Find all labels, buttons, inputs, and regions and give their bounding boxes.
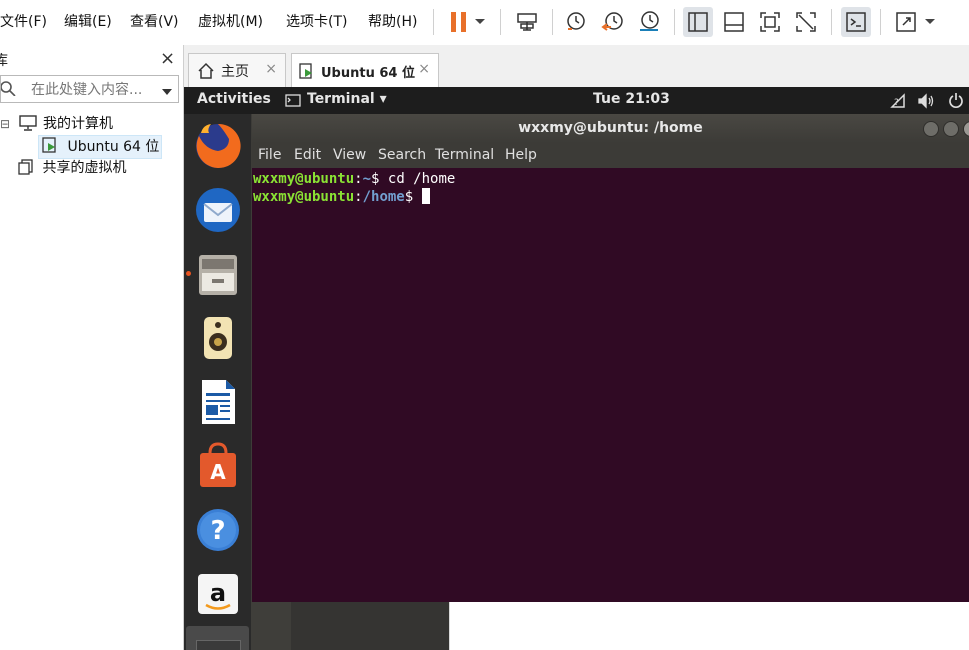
- minimize-button[interactable]: [923, 121, 939, 137]
- terminal-menu-edit[interactable]: Edit: [294, 143, 321, 168]
- tab-close-button[interactable]: ×: [265, 61, 277, 77]
- computer-icon: [18, 115, 39, 138]
- tree-label: 共享的虚拟机: [42, 160, 127, 176]
- terminal-window[interactable]: wxxmy@ubuntu: /home File Edit View Searc…: [252, 114, 969, 602]
- svg-text:a: a: [210, 579, 226, 607]
- network-icon[interactable]: ?: [890, 93, 906, 113]
- svg-text:A: A: [210, 460, 226, 484]
- activities-button[interactable]: Activities: [197, 91, 271, 107]
- collapse-icon[interactable]: ⊟: [0, 117, 10, 131]
- terminal-menu-terminal[interactable]: Terminal: [435, 143, 494, 168]
- toolbar-separator: [674, 9, 675, 35]
- tree-label: Ubuntu 64 位: [67, 139, 160, 155]
- sidebar-title: 库: [0, 53, 8, 69]
- library-sidebar: 库 × 在此处键入内容... ⊟ 我的计算机 Ubuntu 64 位 共享的虚拟…: [0, 45, 184, 650]
- svg-text:?: ?: [210, 516, 225, 546]
- terminal-menu-file[interactable]: File: [258, 143, 281, 168]
- tab-label: 主页: [221, 63, 249, 80]
- app-thumb-icon: [196, 640, 241, 650]
- dropdown-icon[interactable]: [920, 7, 940, 37]
- terminal-menubar: File Edit View Search Terminal Help: [252, 143, 969, 168]
- ubuntu-dock: A ? a: [184, 114, 251, 650]
- search-input[interactable]: 在此处键入内容...: [31, 79, 142, 99]
- chevron-down-icon[interactable]: [161, 84, 173, 100]
- running-indicator: [186, 271, 191, 276]
- volume-icon[interactable]: [918, 93, 936, 113]
- terminal-title: wxxmy@ubuntu: /home: [518, 120, 703, 136]
- app-menu[interactable]: Terminal ▾: [307, 91, 387, 107]
- shared-vm-icon: [18, 159, 38, 182]
- stretch-icon[interactable]: [891, 7, 921, 37]
- terminal-menu-help[interactable]: Help: [505, 143, 537, 168]
- clock[interactable]: Tue 21:03: [593, 91, 670, 107]
- terminal-menu-view[interactable]: View: [333, 143, 366, 168]
- terminal-cursor: [421, 188, 430, 204]
- menu-tabs[interactable]: 选项卡(T): [286, 0, 347, 45]
- toolbar-separator: [433, 9, 434, 35]
- show-apps-button[interactable]: [186, 626, 249, 650]
- tree-label: 我的计算机: [42, 116, 113, 132]
- svg-text:?: ?: [894, 98, 899, 108]
- snapshot-icon[interactable]: [561, 7, 591, 37]
- dropdown-icon[interactable]: [470, 7, 490, 37]
- tab-home[interactable]: 主页 ×: [188, 53, 286, 87]
- gnome-top-panel: Activities Terminal ▾ Tue 21:03 ?: [184, 87, 969, 114]
- software-center-icon[interactable]: A: [193, 441, 243, 491]
- tree-item-my-computer[interactable]: ⊟ 我的计算机: [0, 113, 113, 135]
- writer-icon[interactable]: [193, 377, 243, 427]
- toolbar-separator: [552, 9, 553, 35]
- terminal-app-icon: [285, 94, 301, 111]
- tab-strip: 主页 × Ubuntu 64 位 ×: [184, 45, 969, 88]
- menu-edit[interactable]: 编辑(E): [64, 0, 112, 45]
- terminal-output[interactable]: wxxmy@ubuntu:~$ cd /home wxxmy@ubuntu:/h…: [252, 168, 969, 602]
- tab-ubuntu[interactable]: Ubuntu 64 位 ×: [291, 53, 439, 88]
- tree-item-shared-vms[interactable]: 共享的虚拟机: [18, 157, 126, 179]
- thunderbird-icon[interactable]: [193, 185, 243, 235]
- close-button[interactable]: [963, 121, 969, 137]
- firefox-icon[interactable]: [193, 121, 243, 171]
- menu-help[interactable]: 帮助(H): [368, 0, 417, 45]
- tree-item-ubuntu[interactable]: Ubuntu 64 位: [38, 135, 162, 159]
- home-icon: [197, 62, 215, 80]
- unity-icon[interactable]: [791, 7, 821, 37]
- power-icon[interactable]: [948, 92, 964, 113]
- amazon-icon[interactable]: a: [193, 569, 243, 619]
- menu-vm[interactable]: 虚拟机(M): [198, 0, 263, 45]
- desktop-strip: [291, 602, 449, 650]
- menu-view[interactable]: 查看(V): [130, 0, 179, 45]
- maximize-button[interactable]: [943, 121, 959, 137]
- toolbar-separator: [831, 9, 832, 35]
- sidebar-close-button[interactable]: ×: [160, 48, 175, 69]
- fullscreen-icon[interactable]: [755, 7, 785, 37]
- toolbar-separator: [880, 9, 881, 35]
- send-keys-icon[interactable]: [512, 7, 542, 37]
- menu-file[interactable]: 文件(F): [0, 0, 47, 45]
- library-view-icon[interactable]: [683, 7, 713, 37]
- toolbar-separator: [500, 9, 501, 35]
- guest-screen[interactable]: Activities Terminal ▾ Tue 21:03 ? A ? a …: [184, 87, 969, 650]
- terminal-line: wxxmy@ubuntu:~$ cd /home: [253, 171, 456, 187]
- help-icon[interactable]: ?: [193, 505, 243, 555]
- terminal-icon[interactable]: [841, 7, 871, 37]
- terminal-menu-search[interactable]: Search: [378, 143, 426, 168]
- files-icon[interactable]: [193, 249, 243, 299]
- terminal-line: wxxmy@ubuntu:/home$: [253, 188, 430, 206]
- vmware-toolbar: 文件(F) 编辑(E) 查看(V) 虚拟机(M) 选项卡(T) 帮助(H): [0, 0, 969, 46]
- snapshot-manager-icon[interactable]: [634, 7, 664, 37]
- vm-running-icon: [299, 62, 315, 80]
- tab-close-button[interactable]: ×: [418, 61, 430, 77]
- tab-label: Ubuntu 64 位: [321, 65, 415, 81]
- rhythmbox-icon[interactable]: [193, 313, 243, 363]
- console-view-icon[interactable]: [719, 7, 749, 37]
- terminal-titlebar[interactable]: wxxmy@ubuntu: /home: [252, 114, 969, 143]
- library-search-box[interactable]: 在此处键入内容...: [0, 75, 179, 103]
- search-icon: [0, 80, 17, 100]
- revert-snapshot-icon[interactable]: [598, 7, 628, 37]
- background-window: [449, 602, 969, 650]
- desktop-strip: [251, 602, 291, 650]
